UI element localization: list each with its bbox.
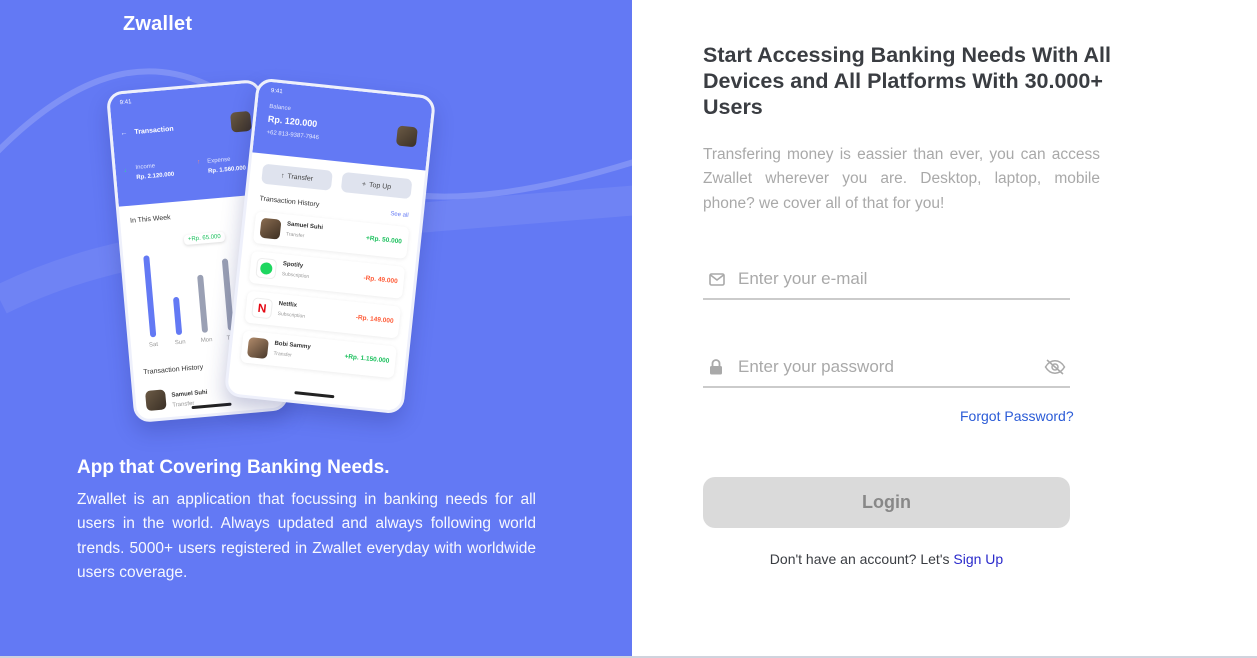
avatar-icon bbox=[246, 337, 269, 360]
signup-prompt: Don't have an account? Let's Sign Up bbox=[703, 551, 1070, 567]
transaction-name: Bobi Sammy bbox=[274, 340, 311, 351]
promo-description: Zwallet is an application that focussing… bbox=[77, 491, 536, 581]
transaction-amount: +Rp. 1.150.000 bbox=[344, 353, 390, 365]
chart-bubble: +Rp. 65.000 bbox=[183, 231, 226, 246]
transaction-name: Spotify bbox=[282, 261, 304, 270]
transaction-amount: +Rp. 50.000 bbox=[365, 234, 403, 246]
arrow-up-icon: ↑ bbox=[280, 172, 285, 180]
home-indicator bbox=[294, 391, 335, 399]
week-title: In This Week bbox=[129, 214, 171, 225]
balance-label: Balance bbox=[268, 103, 292, 113]
transaction-type: Transfer bbox=[273, 350, 293, 359]
topup-label: Top Up bbox=[368, 181, 392, 191]
list-item: Spotify Subscription -Rp. 49.000 bbox=[248, 250, 406, 299]
list-item: Samuel Suhi Transfer +Rp. 50.000 bbox=[252, 211, 410, 260]
netflix-icon: N bbox=[251, 297, 274, 320]
transaction-name: Samuel Suhi bbox=[286, 221, 324, 232]
avatar bbox=[145, 389, 167, 412]
chart-bar bbox=[172, 296, 183, 336]
plus-icon: + bbox=[361, 180, 367, 188]
transaction-amount: -Rp. 49.000 bbox=[363, 274, 398, 286]
transfer-label: Transfer bbox=[287, 172, 314, 183]
status-time: 9:41 bbox=[119, 99, 132, 107]
forgot-password-link[interactable]: Forgot Password? bbox=[960, 408, 1074, 424]
page-title: Start Accessing Banking Needs With All D… bbox=[703, 43, 1111, 119]
transaction-type: Transfer bbox=[285, 231, 305, 240]
see-all-link: See all bbox=[389, 211, 409, 220]
login-button[interactable]: Login bbox=[703, 477, 1070, 528]
chart-bar bbox=[143, 255, 157, 338]
day-label: Mon bbox=[200, 337, 213, 345]
home-indicator bbox=[190, 402, 232, 410]
spotify-icon bbox=[255, 257, 278, 280]
list-item: Bobi Sammy Transfer +Rp. 1.150.000 bbox=[240, 330, 397, 379]
day-label: Sun bbox=[174, 339, 186, 347]
topup-button: + Top Up bbox=[340, 171, 413, 200]
password-field bbox=[703, 348, 1070, 388]
phone-header: 9:41 ← Transaction ↓ Income Rp. 2.120.00… bbox=[109, 82, 268, 207]
password-input[interactable] bbox=[731, 352, 1040, 382]
avatar bbox=[230, 110, 252, 133]
phone-title: Transaction bbox=[134, 125, 174, 137]
transfer-button: ↑ Transfer bbox=[261, 163, 333, 191]
transaction-type: Subscription bbox=[281, 271, 310, 280]
income-value: Rp. 2.120.000 bbox=[136, 171, 175, 182]
email-field bbox=[703, 260, 1070, 300]
phone-header: 9:41 Balance Rp. 120.000 +62 813-9387-79… bbox=[252, 80, 433, 171]
avatar-icon bbox=[259, 217, 282, 240]
back-arrow-icon: ← bbox=[120, 129, 128, 138]
chart-bar bbox=[197, 274, 209, 333]
income-label: Income bbox=[135, 163, 156, 172]
brand-logo: Zwallet bbox=[123, 13, 193, 35]
income-arrow-icon: ↓ bbox=[123, 167, 128, 175]
signup-prompt-text: Don't have an account? Let's bbox=[769, 551, 954, 567]
day-label: Sat bbox=[148, 341, 159, 349]
expense-value: Rp. 1.560.000 bbox=[207, 165, 247, 175]
lock-icon bbox=[703, 359, 731, 375]
history-title: Transaction History bbox=[259, 195, 320, 209]
promo-panel: Zwallet 9:41 ← Transaction ↓ Income Rp. … bbox=[0, 0, 632, 656]
login-page: Zwallet 9:41 ← Transaction ↓ Income Rp. … bbox=[0, 0, 1257, 658]
transaction-name: Netflix bbox=[278, 300, 298, 309]
phone-number: +62 813-9387-7946 bbox=[266, 129, 320, 142]
transaction-amount: -Rp. 149.000 bbox=[355, 314, 394, 326]
history-name: Samuel Suhi bbox=[171, 389, 208, 399]
balance-value: Rp. 120.000 bbox=[267, 113, 318, 129]
history-title: Transaction History bbox=[143, 363, 204, 377]
mail-icon bbox=[703, 272, 731, 286]
transaction-type: Subscription bbox=[277, 310, 306, 320]
status-time: 9:41 bbox=[270, 87, 283, 96]
avatar bbox=[395, 125, 418, 148]
expense-label: Expense bbox=[207, 156, 231, 165]
email-input[interactable] bbox=[731, 264, 1070, 294]
list-item: N Netflix Subscription -Rp. 149.000 bbox=[244, 290, 402, 339]
promo-title: App that Covering Banking Needs. bbox=[77, 457, 390, 478]
signup-link[interactable]: Sign Up bbox=[953, 551, 1003, 567]
page-description: Transfering money is eassier than ever, … bbox=[703, 146, 1100, 212]
phone-mockup-home: 9:41 Balance Rp. 120.000 +62 813-9387-79… bbox=[223, 77, 437, 415]
expense-arrow-icon: ↑ bbox=[197, 159, 201, 166]
eye-crossed-icon[interactable] bbox=[1040, 359, 1070, 375]
